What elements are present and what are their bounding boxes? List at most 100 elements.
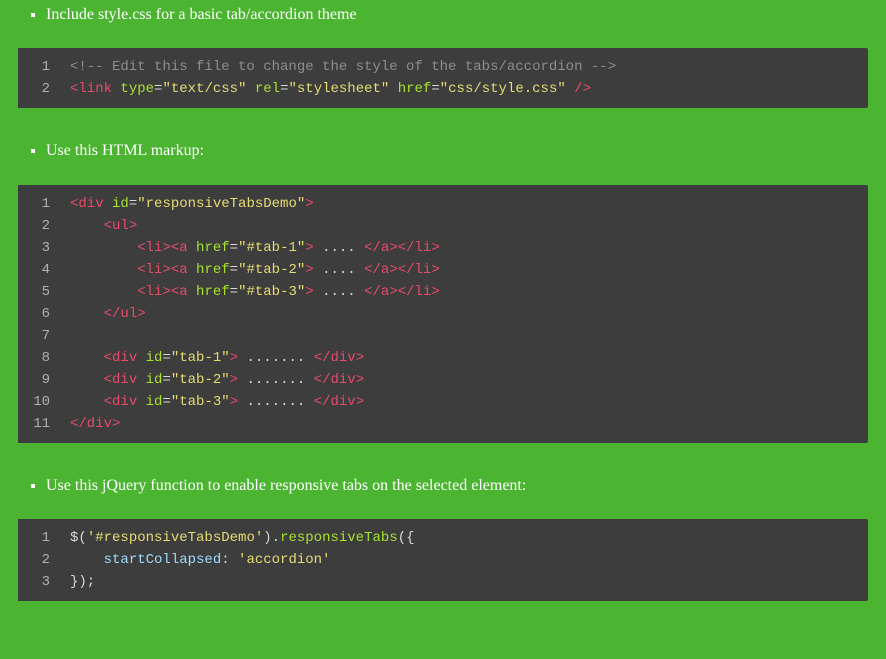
code-token: rel — [255, 81, 280, 97]
code-block: 1234567891011 <div id="responsiveTabsDemo… — [18, 185, 868, 443]
code-token: = — [230, 284, 238, 300]
code-token: ). — [263, 530, 280, 546]
code-line: </ul> — [70, 303, 858, 325]
code-block: 123$('#responsiveTabsDemo').responsiveTa… — [18, 519, 868, 601]
code-token: </a></li> — [364, 262, 440, 278]
code-content: <div id="responsiveTabsDemo"> <ul> <li><… — [60, 185, 868, 443]
code-token: </div> — [70, 416, 120, 432]
code-line: <div id="tab-3"> ....... </div> — [70, 391, 858, 413]
code-token: /> — [574, 81, 591, 97]
code-token: startCollapsed — [104, 552, 222, 568]
instruction-item: Use this jQuery function to enable respo… — [46, 471, 868, 505]
line-number: 1 — [28, 193, 50, 215]
code-line: $('#responsiveTabsDemo').responsiveTabs(… — [70, 527, 858, 549]
code-token: <li><a — [137, 240, 187, 256]
line-number: 2 — [28, 215, 50, 237]
code-token: = — [230, 262, 238, 278]
code-token: <li><a — [137, 262, 187, 278]
code-line: <div id="tab-1"> ....... </div> — [70, 347, 858, 369]
code-line: <div id="tab-2"> ....... </div> — [70, 369, 858, 391]
code-token — [566, 81, 574, 97]
code-token — [70, 350, 104, 366]
code-token: = — [162, 372, 170, 388]
code-token: "css/style.css" — [440, 81, 566, 97]
code-token: > — [305, 262, 313, 278]
code-token: href — [398, 81, 432, 97]
instruction-list: Use this jQuery function to enable respo… — [18, 471, 868, 505]
code-token: </div> — [314, 394, 364, 410]
code-token: }); — [70, 574, 95, 590]
code-line: <link type="text/css" rel="stylesheet" h… — [70, 78, 858, 100]
line-number: 11 — [28, 413, 50, 435]
instruction-list: Include style.css for a basic tab/accord… — [18, 0, 868, 34]
code-token: = — [431, 81, 439, 97]
code-token — [188, 240, 196, 256]
instruction-item: Include style.css for a basic tab/accord… — [46, 0, 868, 34]
code-token: <li><a — [137, 284, 187, 300]
code-line: <li><a href="#tab-2"> .... </a></li> — [70, 259, 858, 281]
code-line: <ul> — [70, 215, 858, 237]
code-content: $('#responsiveTabsDemo').responsiveTabs(… — [60, 519, 868, 601]
code-token: id — [146, 350, 163, 366]
code-token: </div> — [314, 372, 364, 388]
code-token: <div — [104, 350, 138, 366]
code-token: id — [146, 372, 163, 388]
code-line: <li><a href="#tab-3"> .... </a></li> — [70, 281, 858, 303]
code-token: <div — [104, 372, 138, 388]
code-line: <li><a href="#tab-1"> .... </a></li> — [70, 237, 858, 259]
code-token: </a></li> — [364, 240, 440, 256]
code-token — [70, 372, 104, 388]
code-token — [70, 284, 137, 300]
code-token: = — [162, 350, 170, 366]
code-token: = — [129, 196, 137, 212]
code-token — [188, 284, 196, 300]
code-token: <div — [70, 196, 104, 212]
line-number-gutter: 12 — [18, 48, 60, 108]
code-line — [70, 325, 858, 347]
code-line: <div id="responsiveTabsDemo"> — [70, 193, 858, 215]
code-token — [137, 394, 145, 410]
code-token: ....... — [238, 394, 314, 410]
line-number: 10 — [28, 391, 50, 413]
line-number: 5 — [28, 281, 50, 303]
code-token: = — [162, 394, 170, 410]
code-token: '#responsiveTabsDemo' — [87, 530, 263, 546]
instruction-list: Use this HTML markup: — [18, 136, 868, 170]
code-token: > — [230, 372, 238, 388]
line-number: 7 — [28, 325, 50, 347]
code-token: <div — [104, 394, 138, 410]
line-number: 9 — [28, 369, 50, 391]
code-token: "text/css" — [162, 81, 246, 97]
code-token: : — [221, 552, 238, 568]
code-token: <ul> — [104, 218, 138, 234]
code-token — [70, 240, 137, 256]
code-line: <!-- Edit this file to change the style … — [70, 56, 858, 78]
code-token: "stylesheet" — [288, 81, 389, 97]
code-token: "#tab-3" — [238, 284, 305, 300]
line-number: 2 — [28, 78, 50, 100]
code-token: <link — [70, 81, 112, 97]
line-number: 6 — [28, 303, 50, 325]
code-token: id — [146, 394, 163, 410]
code-token: href — [196, 262, 230, 278]
code-token — [246, 81, 254, 97]
line-number: 1 — [28, 527, 50, 549]
code-token: 'accordion' — [238, 552, 330, 568]
code-token — [70, 262, 137, 278]
line-number: 3 — [28, 237, 50, 259]
line-number: 8 — [28, 347, 50, 369]
code-token: <!-- Edit this file to change the style … — [70, 59, 616, 75]
code-token: "#tab-1" — [238, 240, 305, 256]
instruction-item: Use this HTML markup: — [46, 136, 868, 170]
code-token: > — [230, 350, 238, 366]
code-token: href — [196, 240, 230, 256]
line-number: 4 — [28, 259, 50, 281]
code-token: $( — [70, 530, 87, 546]
code-line: </div> — [70, 413, 858, 435]
code-token: "#tab-2" — [238, 262, 305, 278]
code-token: ....... — [238, 350, 314, 366]
code-line: startCollapsed: 'accordion' — [70, 549, 858, 571]
code-line: }); — [70, 571, 858, 593]
code-token: > — [305, 196, 313, 212]
code-token: = — [230, 240, 238, 256]
